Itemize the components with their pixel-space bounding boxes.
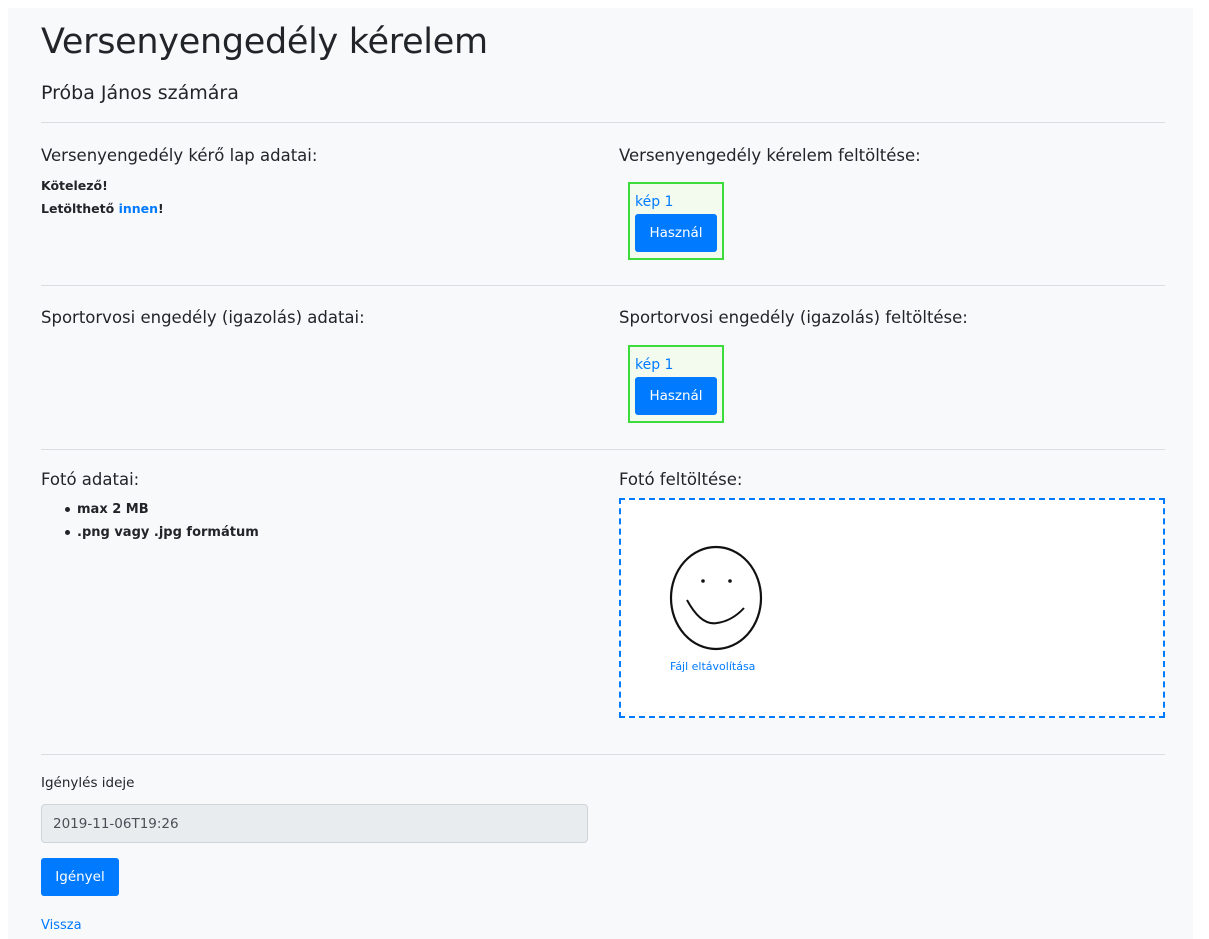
photo-requirements-list: max 2 MB .png vagy .jpg formátum xyxy=(63,501,259,547)
divider xyxy=(41,449,1165,450)
download-prefix: Letölthető xyxy=(41,201,119,216)
photo-upload-heading: Fotó feltöltése: xyxy=(619,470,743,489)
date-label: Igénylés ideje xyxy=(41,775,135,791)
medical-image-link[interactable]: kép 1 xyxy=(635,357,673,373)
page-subtitle: Próba János számára xyxy=(41,82,239,104)
license-data-heading: Versenyengedély kérő lap adatai: xyxy=(41,146,318,165)
license-use-button[interactable]: Használ xyxy=(635,214,717,252)
download-suffix: ! xyxy=(158,201,164,216)
license-upload-heading: Versenyengedély kérelem feltöltése: xyxy=(619,146,921,165)
medical-thumbnail-box: kép 1 Használ xyxy=(628,345,724,423)
license-image-link[interactable]: kép 1 xyxy=(635,194,673,210)
download-note: Letölthető innen! xyxy=(41,201,164,216)
medical-use-button[interactable]: Használ xyxy=(635,377,717,415)
remove-file-link[interactable]: Fájl eltávolítása xyxy=(670,660,755,673)
page-title: Versenyengedély kérelem xyxy=(41,22,488,62)
medical-data-heading: Sportorvosi engedély (igazolás) adatai: xyxy=(41,308,365,327)
required-note: Kötelező! xyxy=(41,178,108,193)
requirement-item: max 2 MB xyxy=(63,501,259,524)
photo-dropzone[interactable]: Fájl eltávolítása xyxy=(619,498,1165,718)
submit-button[interactable]: Igényel xyxy=(41,858,119,896)
divider xyxy=(41,285,1165,286)
bullet-icon xyxy=(65,530,70,535)
smiley-face-icon xyxy=(669,545,763,651)
date-input[interactable]: 2019-11-06T19:26 xyxy=(41,804,588,843)
page-background: Versenyengedély kérelem Próba János szám… xyxy=(8,8,1193,939)
license-thumbnail-box: kép 1 Használ xyxy=(628,182,724,260)
date-value: 2019-11-06T19:26 xyxy=(53,815,179,832)
requirement-item: .png vagy .jpg formátum xyxy=(63,524,259,547)
photo-data-heading: Fotó adatai: xyxy=(41,470,140,489)
back-link[interactable]: Vissza xyxy=(41,918,82,933)
divider xyxy=(41,122,1165,123)
divider xyxy=(41,754,1165,755)
bullet-icon xyxy=(65,507,70,512)
download-link[interactable]: innen xyxy=(119,201,158,216)
medical-upload-heading: Sportorvosi engedély (igazolás) feltölté… xyxy=(619,308,968,327)
